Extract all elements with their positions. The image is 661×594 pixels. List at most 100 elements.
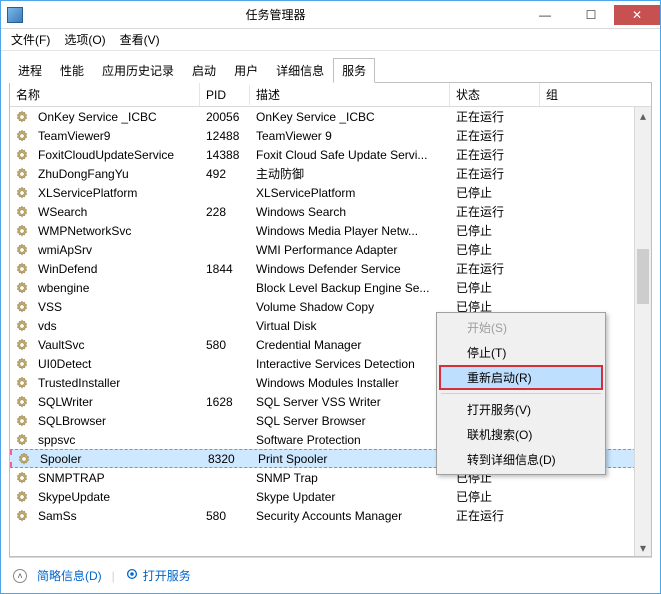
menu-open-services[interactable]: 打开服务(V): [439, 397, 603, 422]
menu-go-details[interactable]: 转到详细信息(D): [439, 447, 603, 472]
menu-view[interactable]: 查看(V): [114, 29, 166, 50]
service-desc: Windows Modules Installer: [250, 376, 450, 390]
window-buttons: — ☐ ✕: [522, 5, 660, 25]
service-desc: Credential Manager: [250, 338, 450, 352]
brief-info-link[interactable]: 简略信息(D): [37, 567, 102, 584]
gear-icon: [125, 567, 139, 584]
menu-options[interactable]: 选项(O): [58, 29, 111, 50]
service-row[interactable]: FoxitCloudUpdateService14388Foxit Cloud …: [10, 145, 651, 164]
tab-5[interactable]: 详细信息: [267, 58, 333, 83]
service-row[interactable]: wmiApSrv WMI Performance Adapter已停止: [10, 240, 651, 259]
service-row[interactable]: ZhuDongFangYu492主动防御正在运行: [10, 164, 651, 183]
service-icon: [14, 299, 30, 315]
service-row[interactable]: WSearch228Windows Search正在运行: [10, 202, 651, 221]
service-row[interactable]: TeamViewer912488TeamViewer 9正在运行: [10, 126, 651, 145]
open-services-label: 打开服务: [143, 567, 191, 584]
service-name: ZhuDongFangYu: [32, 167, 200, 181]
service-name: FoxitCloudUpdateService: [32, 148, 200, 162]
service-desc: TeamViewer 9: [250, 129, 450, 143]
menu-start: 开始(S): [439, 315, 603, 340]
service-desc: SNMP Trap: [250, 471, 450, 485]
service-icon: [14, 242, 30, 258]
service-name: SNMPTRAP: [32, 471, 200, 485]
footer: ˄ 简略信息(D) | 打开服务: [9, 557, 652, 593]
service-name: VaultSvc: [32, 338, 200, 352]
service-row[interactable]: WinDefend1844Windows Defender Service正在运…: [10, 259, 651, 278]
service-icon: [14, 337, 30, 353]
scroll-down-icon[interactable]: ▾: [635, 539, 651, 556]
table-header: 名称 PID 描述 状态 组: [10, 83, 651, 107]
service-name: OnKey Service _ICBC: [32, 110, 200, 124]
service-desc: OnKey Service _ICBC: [250, 110, 450, 124]
menubar: 文件(F) 选项(O) 查看(V): [1, 29, 660, 51]
service-icon: [14, 128, 30, 144]
service-row[interactable]: SkypeUpdateSkype Updater已停止: [10, 487, 651, 506]
service-name: SamSs: [32, 509, 200, 523]
service-row[interactable]: OnKey Service _ICBC20056OnKey Service _I…: [10, 107, 651, 126]
scroll-up-icon[interactable]: ▴: [635, 107, 651, 124]
service-status: 正在运行: [450, 507, 540, 524]
column-pid[interactable]: PID: [200, 85, 250, 105]
tab-4[interactable]: 用户: [225, 58, 267, 83]
close-button[interactable]: ✕: [614, 5, 660, 25]
service-desc: Security Accounts Manager: [250, 509, 450, 523]
column-desc[interactable]: 描述: [250, 83, 450, 106]
tab-0[interactable]: 进程: [9, 58, 51, 83]
menu-search-online[interactable]: 联机搜索(O): [439, 422, 603, 447]
service-row[interactable]: WMPNetworkSvcWindows Media Player Netw..…: [10, 221, 651, 240]
service-status: 已停止: [450, 184, 540, 201]
service-status: 正在运行: [450, 203, 540, 220]
service-name: Spooler: [34, 452, 202, 466]
minimize-button[interactable]: —: [522, 5, 568, 25]
service-icon: [14, 109, 30, 125]
service-icon: [14, 432, 30, 448]
menu-file[interactable]: 文件(F): [5, 29, 56, 50]
vertical-scrollbar[interactable]: ▴ ▾: [634, 107, 651, 556]
tab-bar: 进程性能应用历史记录启动用户详细信息服务: [9, 57, 652, 83]
service-desc: Software Protection: [250, 433, 450, 447]
titlebar: 任务管理器 — ☐ ✕: [1, 1, 660, 29]
service-row[interactable]: XLServicePlatformXLServicePlatform已停止: [10, 183, 651, 202]
tab-3[interactable]: 启动: [183, 58, 225, 83]
tab-6[interactable]: 服务: [333, 58, 375, 83]
open-services-link[interactable]: 打开服务: [125, 567, 191, 584]
service-desc: WMI Performance Adapter: [250, 243, 450, 257]
service-pid: 580: [200, 509, 250, 523]
service-desc: Foxit Cloud Safe Update Servi...: [250, 148, 450, 162]
service-desc: SQL Server VSS Writer: [250, 395, 450, 409]
service-name: SQLWriter: [32, 395, 200, 409]
app-icon: [7, 7, 23, 23]
service-icon: [14, 261, 30, 277]
service-pid: 1844: [200, 262, 250, 276]
collapse-icon[interactable]: ˄: [13, 569, 27, 583]
scroll-thumb[interactable]: [637, 249, 649, 304]
service-icon: [14, 223, 30, 239]
service-desc: XLServicePlatform: [250, 186, 450, 200]
tab-1[interactable]: 性能: [51, 58, 93, 83]
maximize-button[interactable]: ☐: [568, 5, 614, 25]
service-row[interactable]: wbengineBlock Level Backup Engine Se...已…: [10, 278, 651, 297]
service-status: 已停止: [450, 241, 540, 258]
service-name: WinDefend: [32, 262, 200, 276]
service-icon: [14, 375, 30, 391]
scroll-track[interactable]: [635, 124, 651, 539]
service-pid: 492: [200, 167, 250, 181]
menu-restart[interactable]: 重新启动(R): [439, 365, 603, 390]
service-icon: [14, 394, 30, 410]
service-desc: Windows Search: [250, 205, 450, 219]
service-name: VSS: [32, 300, 200, 314]
service-pid: 1628: [200, 395, 250, 409]
column-name[interactable]: 名称: [10, 83, 200, 106]
service-desc: 主动防御: [250, 165, 450, 182]
service-name: sppsvc: [32, 433, 200, 447]
service-icon: [14, 413, 30, 429]
tab-2[interactable]: 应用历史记录: [93, 58, 183, 83]
service-status: 正在运行: [450, 127, 540, 144]
service-row[interactable]: SamSs580Security Accounts Manager正在运行: [10, 506, 651, 525]
column-status[interactable]: 状态: [450, 83, 540, 106]
menu-stop[interactable]: 停止(T): [439, 340, 603, 365]
service-name: wmiApSrv: [32, 243, 200, 257]
window-title: 任务管理器: [29, 6, 522, 23]
service-icon: [14, 470, 30, 486]
column-group[interactable]: 组: [540, 83, 651, 106]
